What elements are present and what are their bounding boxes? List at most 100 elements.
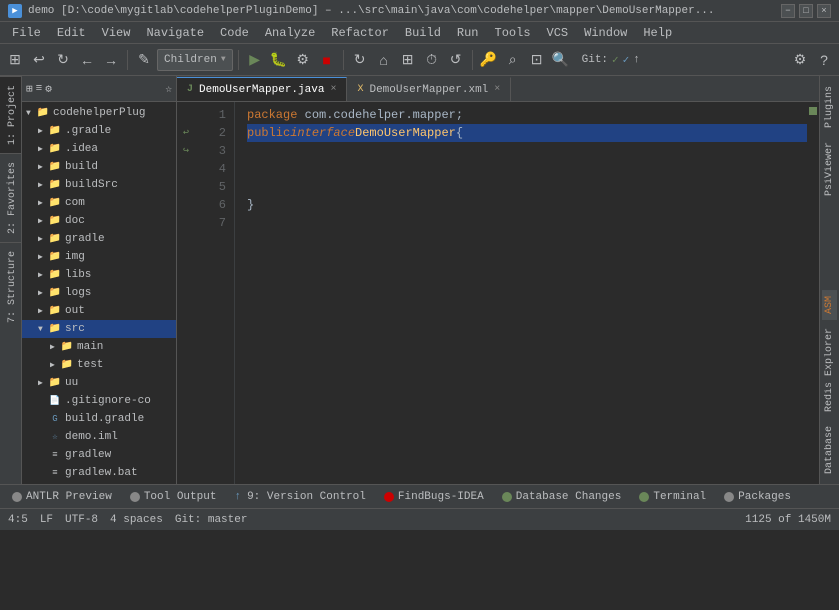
tree-arrow-idea: ▶ (38, 144, 48, 154)
menu-item-edit[interactable]: Edit (49, 22, 94, 44)
tree-label-out: out (65, 305, 85, 317)
menu-item-file[interactable]: File (4, 22, 49, 44)
tree-arrow-out: ▶ (38, 306, 48, 316)
tree-item-buildsrc[interactable]: ▶ 📁 buildSrc (22, 176, 176, 194)
toolbar-patch[interactable]: ⌂ (373, 49, 395, 71)
tree-item-uu[interactable]: ▶ 📁 uu (22, 374, 176, 392)
toolbar-search[interactable]: 🔑 (478, 49, 500, 71)
toolbar-inspect[interactable]: 🔍 (550, 49, 572, 71)
toolbar-history[interactable]: ⏱ (421, 49, 443, 71)
run-button[interactable]: ▶ (244, 49, 266, 71)
status-git[interactable]: Git: master (175, 514, 248, 526)
asm-panel-btn[interactable]: ASM (822, 290, 837, 320)
tree-item-com[interactable]: ▶ 📁 com (22, 194, 176, 212)
database-panel-btn[interactable]: Database (822, 420, 837, 480)
children-dropdown[interactable]: Children ▼ (157, 49, 233, 71)
status-position[interactable]: 4:5 (8, 514, 28, 526)
toolbar-btn-1[interactable]: ⊞ (4, 49, 26, 71)
close-button[interactable]: × (817, 4, 831, 18)
tree-item-logs[interactable]: ▶ 📁 logs (22, 284, 176, 302)
toolbar-btn-4[interactable]: ← (76, 49, 98, 71)
tab-demousermapper-java[interactable]: J DemoUserMapper.java × (177, 77, 347, 101)
separator-1 (127, 50, 128, 70)
sidebar-tab-project[interactable]: 1: Project (0, 76, 21, 153)
toolbar-update[interactable]: ↻ (349, 49, 371, 71)
tree-item-src[interactable]: ▼ 📁 src (22, 320, 176, 338)
status-indent[interactable]: 4 spaces (110, 514, 163, 526)
menu-item-view[interactable]: View (94, 22, 139, 44)
left-sidebar-tabs: 1: Project 2: Favorites 7: Structure (0, 76, 22, 484)
debug-button[interactable]: 🐛 (268, 49, 290, 71)
menu-item-navigate[interactable]: Navigate (138, 22, 212, 44)
status-line-ending[interactable]: LF (40, 514, 53, 526)
menu-item-run[interactable]: Run (449, 22, 487, 44)
tree-item-img[interactable]: ▶ 📁 img (22, 248, 176, 266)
tab-close-xml[interactable]: × (494, 84, 500, 95)
toolbar-replace[interactable]: ⊡ (526, 49, 548, 71)
help-button[interactable]: ? (813, 49, 835, 71)
tree-arrow-gradle: ▶ (38, 126, 48, 136)
settings-button[interactable]: ⚙ (789, 49, 811, 71)
panel-gear-icon[interactable]: ☆ (165, 82, 172, 96)
toolbar-diff[interactable]: ⊞ (397, 49, 419, 71)
tree-item-buildgradle[interactable]: ▶ G build.gradle (22, 410, 176, 428)
redis-panel-btn[interactable]: Redis Explorer (822, 322, 837, 418)
toolbar-revert[interactable]: ↺ (445, 49, 467, 71)
tree-item-build[interactable]: ▶ 📁 build (22, 158, 176, 176)
tree-item-out[interactable]: ▶ 📁 out (22, 302, 176, 320)
tree-item-main[interactable]: ▶ 📁 main (22, 338, 176, 356)
menu-item-help[interactable]: Help (635, 22, 680, 44)
bottom-tab-antlr[interactable]: ANTLR Preview (4, 486, 120, 508)
bottom-tab-versioncontrol[interactable]: ↑ 9: Version Control (226, 486, 373, 508)
build-button[interactable]: ⚙ (292, 49, 314, 71)
psiviewer-panel-btn[interactable]: PsiViewer (822, 136, 837, 202)
panel-collapse-icon[interactable]: ≡ (36, 83, 43, 95)
tree-item-doc[interactable]: ▶ 📁 doc (22, 212, 176, 230)
tree-item-gitignore[interactable]: ▶ 📄 .gitignore-co (22, 392, 176, 410)
tab-demousermapper-xml[interactable]: X DemoUserMapper.xml × (347, 77, 511, 101)
tree-item-gradle[interactable]: ▶ 📁 .gradle (22, 122, 176, 140)
tree-root[interactable]: ▼ 📁 codehelperPlug (22, 104, 176, 122)
tree-item-test[interactable]: ▶ 📁 test (22, 356, 176, 374)
toolbar-btn-2[interactable]: ↩ (28, 49, 50, 71)
tree-item-gradlewbat[interactable]: ▶ ≡ gradlew.bat (22, 464, 176, 482)
tree-item-gradle2[interactable]: ▶ 📁 gradle (22, 230, 176, 248)
code-content[interactable]: package com.codehelper.mapper; public in… (235, 102, 807, 484)
tree-arrow-build: ▶ (38, 162, 48, 172)
menu-item-analyze[interactable]: Analyze (257, 22, 323, 44)
toolbar-btn-3[interactable]: ↻ (52, 49, 74, 71)
panel-settings-icon[interactable]: ⚙ (45, 82, 52, 96)
tree-arrow-doc: ▶ (38, 216, 48, 226)
toolbar-btn-5[interactable]: → (100, 49, 122, 71)
status-encoding[interactable]: UTF-8 (65, 514, 98, 526)
menu-item-window[interactable]: Window (576, 22, 635, 44)
tab-close-java[interactable]: × (330, 84, 336, 95)
minimize-button[interactable]: − (781, 4, 795, 18)
tree-label-gradlewbat: gradlew.bat (65, 467, 138, 479)
tooloutput-label: Tool Output (144, 491, 217, 503)
panel-expand-icon[interactable]: ⊞ (26, 82, 33, 96)
bottom-tab-findbugs[interactable]: FindBugs-IDEA (376, 486, 492, 508)
bottom-tab-dbchanges[interactable]: Database Changes (494, 486, 630, 508)
toolbar-btn-6[interactable]: ✎ (133, 49, 155, 71)
tree-item-idea[interactable]: ▶ 📁 .idea (22, 140, 176, 158)
maximize-button[interactable]: □ (799, 4, 813, 18)
bottom-tab-packages[interactable]: Packages (716, 486, 799, 508)
menu-item-code[interactable]: Code (212, 22, 257, 44)
stop-button[interactable]: ■ (316, 49, 338, 71)
status-memory[interactable]: 1125 of 1450M (745, 514, 831, 526)
tree-item-demoiML[interactable]: ▶ ☆ demo.iml (22, 428, 176, 446)
bottom-tab-terminal[interactable]: Terminal (631, 486, 714, 508)
menu-item-refactor[interactable]: Refactor (323, 22, 397, 44)
toolbar-find[interactable]: ⌕ (502, 49, 524, 71)
tree-item-gradlew[interactable]: ▶ ≡ gradlew (22, 446, 176, 464)
sidebar-tab-favorites[interactable]: 2: Favorites (0, 153, 21, 242)
bottom-tab-tooloutput[interactable]: Tool Output (122, 486, 225, 508)
folder-icon-uu: 📁 (48, 376, 62, 390)
menu-item-tools[interactable]: Tools (487, 22, 539, 44)
sidebar-tab-structure[interactable]: 7: Structure (0, 242, 21, 331)
menu-item-vcs[interactable]: VCS (539, 22, 577, 44)
menu-item-build[interactable]: Build (397, 22, 449, 44)
plugins-panel-btn[interactable]: Plugins (822, 80, 837, 134)
tree-item-libs[interactable]: ▶ 📁 libs (22, 266, 176, 284)
